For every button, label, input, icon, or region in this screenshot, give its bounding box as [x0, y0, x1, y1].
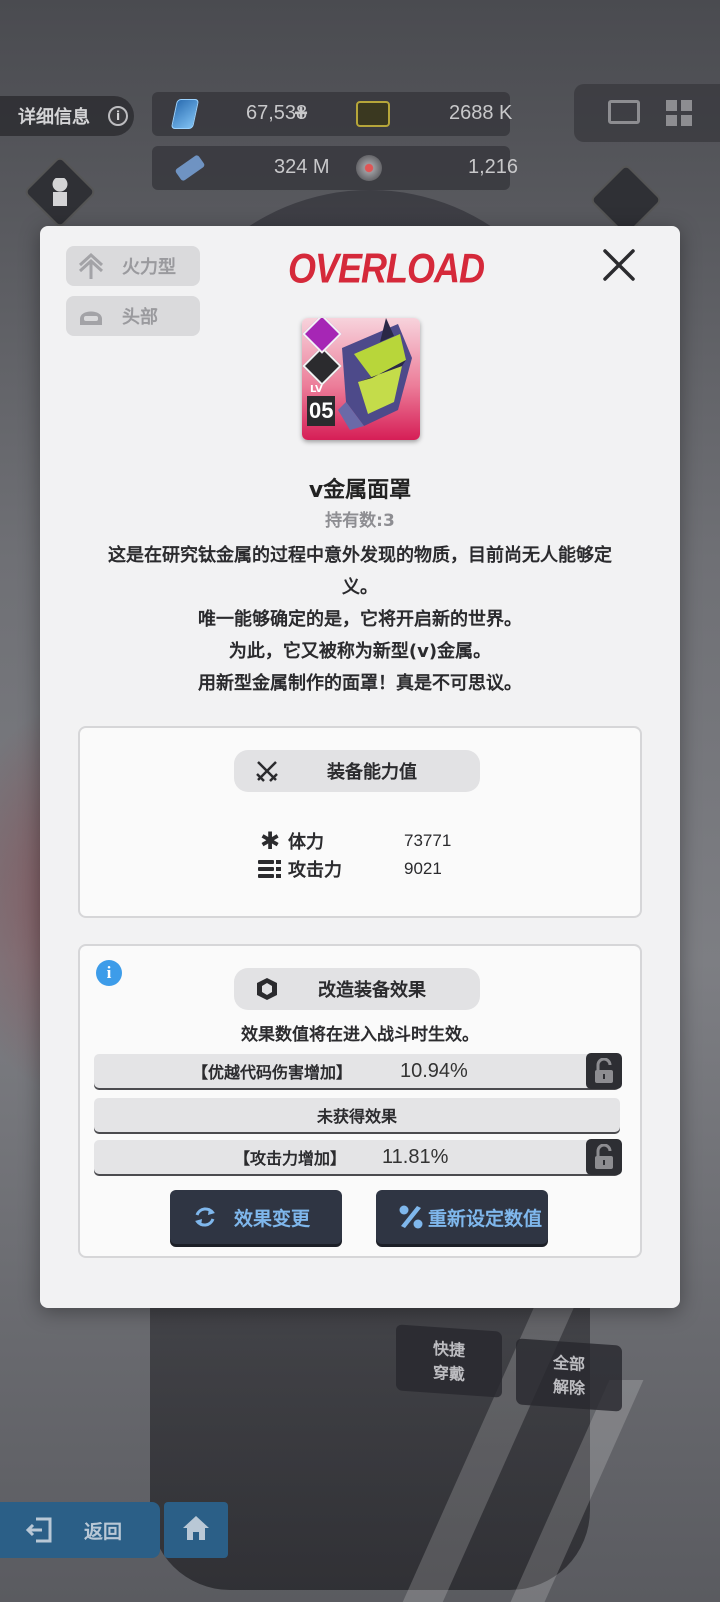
change-effect-button[interactable]: 效果变更 [170, 1190, 342, 1244]
info-icon[interactable]: i [108, 106, 128, 126]
effect-row[interactable]: 【优越代码伤害增加】 10.94% [94, 1053, 622, 1089]
gem-card-icon [170, 99, 200, 129]
mail-icon[interactable] [608, 100, 640, 124]
description-line: 为此，它又被称为新型(v)金属。 [228, 641, 492, 662]
resource-credits[interactable] [356, 92, 390, 136]
effect-row[interactable]: 【攻击力增加】 11.81% [94, 1139, 622, 1175]
effects-note: 效果数值将在进入战斗时生效。 [241, 1025, 479, 1045]
tag-class: 火力型 [66, 246, 200, 286]
equipment-card: LV 05 [302, 318, 420, 440]
lock-open-icon[interactable] [586, 1139, 622, 1175]
person-icon [50, 178, 70, 206]
battle-data-value: 324 M [274, 156, 330, 178]
resource-core-dust[interactable] [356, 146, 382, 190]
effect-name: 【攻击力增加】 [234, 1149, 347, 1168]
helmet-head-icon [76, 301, 106, 331]
tag-slot: 头部 [66, 296, 200, 336]
home-button[interactable] [164, 1502, 228, 1558]
stat-row: 攻击力 9021 [258, 856, 442, 882]
equipment-detail-modal: 火力型 头部 OVERLOAD LV 05 v金属面罩 持有数:3 这是在研究钛… [40, 226, 680, 1308]
stat-label: 攻击力 [288, 860, 342, 881]
stat-value: 73771 [404, 831, 452, 850]
refresh-icon [190, 1202, 220, 1232]
grid-menu-icon[interactable] [666, 100, 692, 126]
effect-row-empty: 未获得效果 [94, 1098, 620, 1132]
core-dust-icon [356, 155, 382, 181]
equipment-stats-title: 装备能力值 [327, 762, 417, 783]
back-button[interactable]: 返回 [0, 1502, 160, 1558]
tag-slot-label: 头部 [122, 307, 158, 328]
description-line: 用新型金属制作的面罩！真是不可思议。 [198, 673, 522, 694]
resource-bar-bottom: 324 M 1,216 [152, 146, 518, 190]
home-icon [181, 1514, 211, 1546]
tag-class-label: 火力型 [122, 257, 176, 278]
modification-effects-header: 改造装备效果 [234, 968, 480, 1010]
close-icon[interactable] [596, 242, 642, 288]
description-line: 唯一能够确定的是，它将开启新的世界。 [198, 609, 522, 630]
credit-chip-icon [356, 101, 390, 127]
modification-effects-title: 改造装备效果 [318, 980, 426, 1001]
hp-star-icon: ✱ [259, 827, 281, 855]
reset-values-button[interactable]: 重新设定数值 [376, 1190, 548, 1244]
credits-value: 2688 K [449, 102, 513, 124]
resource-bar-top: 67,538 + 2688 K [152, 92, 513, 136]
detail-info-label: 详细信息 [18, 107, 90, 128]
item-description: 这是在研究钛金属的过程中意外发现的物质，目前尚无人能够定 义。 唯一能够确定的是… [76, 540, 644, 700]
percent-icon [396, 1202, 426, 1232]
lock-open-icon[interactable] [586, 1053, 622, 1089]
change-effect-label: 效果变更 [234, 1207, 311, 1230]
top-right-menu [574, 84, 720, 142]
item-level: 05 [307, 396, 336, 426]
effect-value: 10.94% [400, 1059, 468, 1082]
item-level-prefix: LV [310, 384, 323, 395]
battle-data-icon [174, 154, 206, 182]
item-count: 持有数:3 [325, 511, 395, 531]
modification-effects-panel: i 改造装备效果 效果数值将在进入战斗时生效。 【优越代码伤害增加】 10.94… [78, 944, 642, 1258]
effect-empty-label: 未获得效果 [316, 1107, 397, 1126]
overload-logo: OVERLOAD [288, 244, 485, 292]
core-dust-value: 1,216 [468, 156, 519, 178]
stat-label: 体力 [288, 832, 324, 853]
resource-gems[interactable] [170, 92, 200, 136]
resource-battle-data[interactable] [174, 146, 206, 190]
info-icon[interactable]: i [96, 960, 122, 986]
description-line: 义。 [342, 577, 378, 598]
equipment-stats-panel: 装备能力值 ✱ 体力 73771 攻击力 9021 [78, 726, 642, 918]
quick-equip-button[interactable]: 快捷 穿戴 [396, 1324, 502, 1398]
add-gems-button[interactable]: + [294, 100, 308, 128]
back-exit-icon [24, 1515, 54, 1545]
stat-row: ✱ 体力 73771 [258, 827, 451, 855]
remove-all-button[interactable]: 全部 解除 [516, 1338, 622, 1412]
effect-name: 【优越代码伤害增加】 [192, 1063, 353, 1082]
item-name: v金属面罩 [308, 478, 412, 503]
equipment-stats-header: 装备能力值 [234, 750, 480, 792]
reset-values-label: 重新设定数值 [428, 1207, 543, 1230]
attack-bullets-icon [258, 857, 282, 881]
description-line: 这是在研究钛金属的过程中意外发现的物质，目前尚无人能够定 [108, 545, 612, 566]
firepower-type-icon [76, 251, 106, 281]
back-label: 返回 [84, 1520, 123, 1543]
detail-info-tab[interactable]: 详细信息 i [0, 96, 134, 136]
stat-value: 9021 [404, 859, 442, 878]
effect-value: 11.81% [382, 1145, 449, 1168]
